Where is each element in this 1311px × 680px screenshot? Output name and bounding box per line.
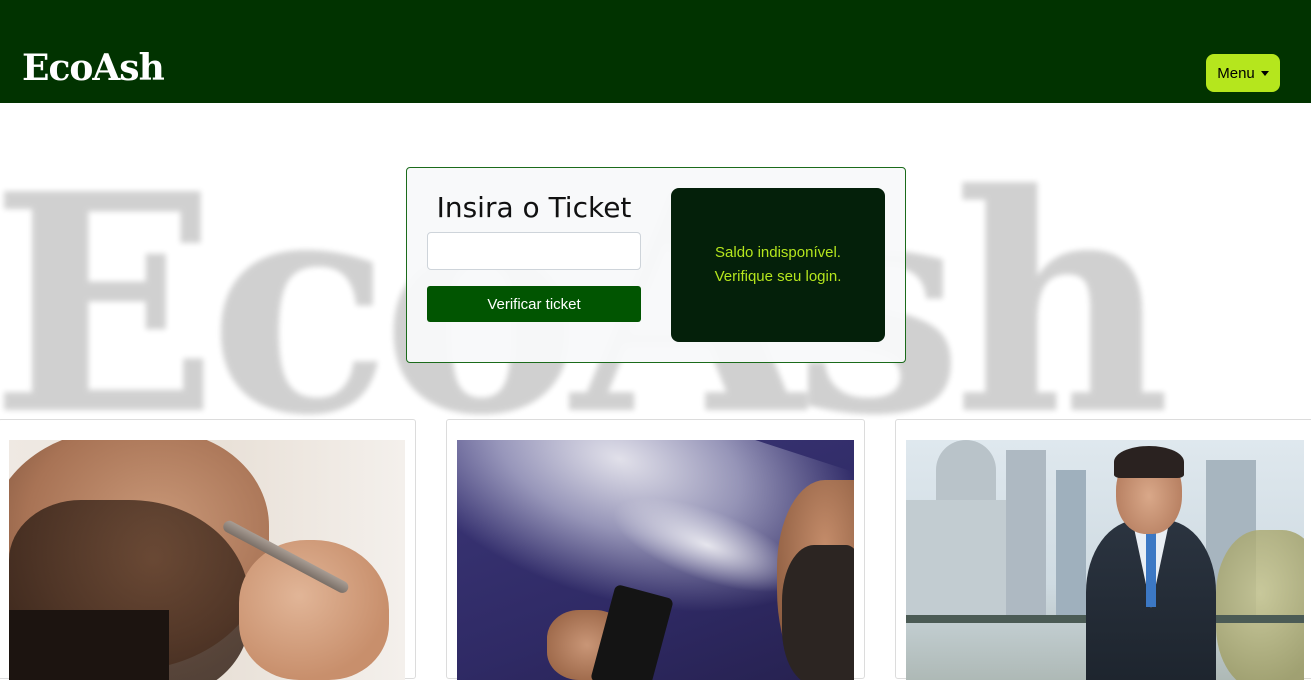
ticket-title: Insira o Ticket [436, 191, 632, 224]
caret-down-icon [1260, 70, 1269, 76]
photo-hair-shape [1114, 446, 1184, 478]
balance-message: Saldo indisponível. Verifique seu login. [714, 244, 842, 285]
photo-building [1006, 450, 1046, 620]
photo-beard-shape [782, 545, 854, 680]
photo-trees [1216, 530, 1304, 680]
photo-tie-shape [1146, 532, 1156, 607]
man-vaping-pen-photo[interactable] [9, 440, 405, 680]
photo-building [906, 500, 1006, 620]
article-card-3[interactable] [895, 419, 1311, 680]
photo-building [1056, 470, 1086, 620]
brand-logo[interactable]: EcoAsh [22, 46, 165, 90]
balance-panel: Saldo indisponível. Verifique seu login. [671, 188, 885, 342]
menu-label: Menu [1217, 64, 1255, 82]
photo-dome-building [936, 440, 996, 500]
man-exhaling-vapor-photo[interactable] [457, 440, 854, 680]
top-navbar: EcoAsh Menu [0, 0, 1311, 103]
photo-shirt-shape [9, 610, 169, 680]
businessman-city-photo[interactable] [906, 440, 1304, 680]
ticket-input[interactable] [427, 232, 641, 270]
menu-dropdown-button[interactable]: Menu [1206, 54, 1280, 92]
article-card-1[interactable] [0, 419, 416, 680]
verify-ticket-button[interactable]: Verificar ticket [427, 286, 641, 322]
article-card-2[interactable] [446, 419, 865, 680]
ticket-card: Insira o Ticket Verificar ticket Saldo i… [406, 167, 906, 363]
photo-hand-shape [239, 540, 389, 680]
